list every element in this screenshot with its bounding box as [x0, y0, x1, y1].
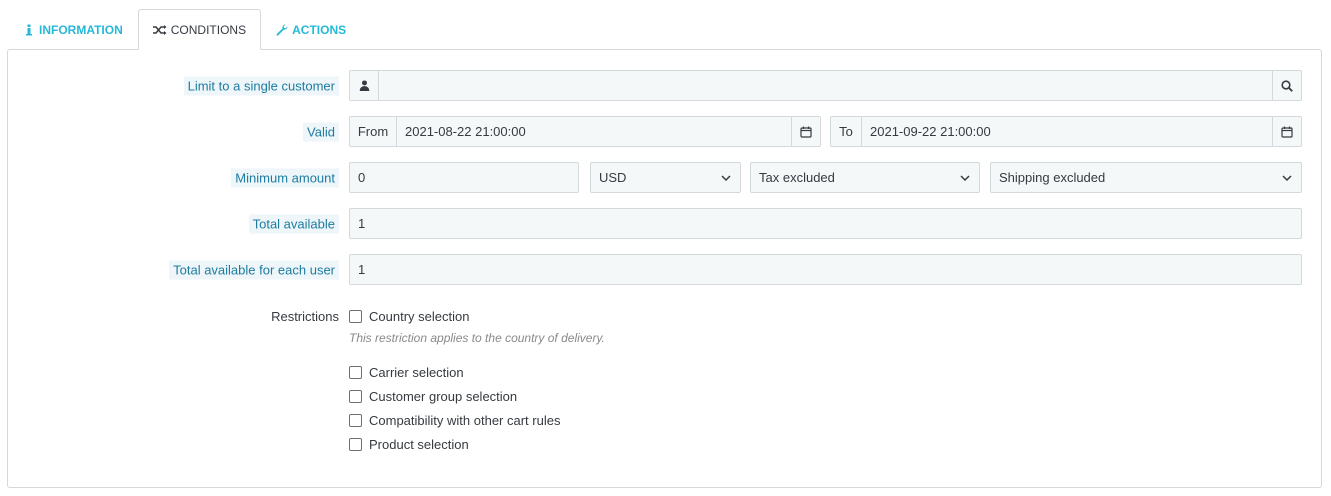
- customer-label: Limit to a single customer: [183, 76, 339, 95]
- valid-row: Valid From 2021-08-22 21:00:00 To 2021-0…: [8, 116, 1321, 147]
- customer-row: Limit to a single customer: [8, 70, 1321, 101]
- valid-from-value: 2021-08-22 21:00:00: [405, 124, 526, 139]
- total-per-user-input[interactable]: 1: [349, 254, 1302, 285]
- total-per-user-label: Total available for each user: [169, 260, 339, 279]
- product-selection-checkbox[interactable]: Product selection: [349, 437, 469, 452]
- tab-actions-label: Actions: [292, 23, 347, 37]
- conditions-panel: Limit to a single customer Valid From 20…: [7, 49, 1322, 488]
- total-per-user-row: Total available for each user 1: [8, 254, 1321, 285]
- restrictions-label: Restrictions: [271, 309, 339, 324]
- minimum-amount-value: 0: [358, 170, 366, 185]
- tab-conditions-label: Conditions: [170, 22, 247, 37]
- total-available-row: Total available 1: [8, 208, 1321, 239]
- from-label: From: [350, 117, 397, 146]
- product-selection-label: Product selection: [369, 437, 469, 452]
- checkbox[interactable]: [349, 414, 362, 427]
- tab-actions[interactable]: Actions: [261, 9, 361, 50]
- checkbox[interactable]: [349, 438, 362, 451]
- valid-to-field[interactable]: To 2021-09-22 21:00:00: [830, 116, 1302, 147]
- minimum-amount-label: Minimum amount: [231, 168, 339, 187]
- total-available-label: Total available: [248, 214, 339, 233]
- valid-label: Valid: [303, 122, 339, 141]
- chevron-down-icon: [721, 175, 731, 182]
- calendar-icon[interactable]: [791, 117, 820, 146]
- customer-field: [349, 70, 1302, 101]
- country-selection-checkbox[interactable]: Country selection: [349, 309, 469, 324]
- customer-group-selection-label: Customer group selection: [369, 389, 518, 404]
- checkbox[interactable]: [349, 390, 362, 403]
- minimum-amount-row: Minimum amount 0 USD Tax excluded Shippi…: [8, 162, 1321, 193]
- chevron-down-icon: [960, 175, 970, 182]
- tab-information[interactable]: Information: [8, 9, 138, 50]
- valid-from-field[interactable]: From 2021-08-22 21:00:00: [349, 116, 821, 147]
- checkbox[interactable]: [349, 310, 362, 323]
- customer-group-selection-checkbox[interactable]: Customer group selection: [349, 389, 517, 404]
- checkbox[interactable]: [349, 366, 362, 379]
- compatibility-label: Compatibility with other cart rules: [369, 413, 561, 428]
- currency-value: USD: [599, 170, 627, 185]
- valid-to-value: 2021-09-22 21:00:00: [870, 124, 991, 139]
- compatibility-checkbox[interactable]: Compatibility with other cart rules: [349, 413, 560, 428]
- carrier-selection-label: Carrier selection: [369, 365, 464, 380]
- shipping-select[interactable]: Shipping excluded: [990, 162, 1302, 193]
- tax-value: Tax excluded: [759, 170, 835, 185]
- total-per-user-value: 1: [358, 262, 366, 277]
- shipping-value: Shipping excluded: [999, 170, 1106, 185]
- info-icon: [23, 24, 35, 36]
- shuffle-icon: [152, 24, 167, 36]
- calendar-icon[interactable]: [1272, 117, 1301, 146]
- tab-conditions[interactable]: Conditions: [137, 9, 262, 50]
- country-selection-label: Country selection: [369, 309, 470, 324]
- tax-select[interactable]: Tax excluded: [750, 162, 980, 193]
- search-icon[interactable]: [1272, 71, 1301, 100]
- carrier-selection-checkbox[interactable]: Carrier selection: [349, 365, 464, 380]
- total-available-value: 1: [358, 216, 366, 231]
- tab-information-label: Information: [39, 23, 123, 37]
- chevron-down-icon: [1282, 175, 1292, 182]
- currency-select[interactable]: USD: [590, 162, 741, 193]
- user-icon: [350, 71, 379, 100]
- customer-search-input[interactable]: [379, 71, 1272, 100]
- tab-bar: Information Conditions Actions: [8, 9, 361, 50]
- minimum-amount-input[interactable]: 0: [349, 162, 579, 193]
- wrench-icon: [276, 24, 288, 36]
- total-available-input[interactable]: 1: [349, 208, 1302, 239]
- to-label: To: [831, 117, 862, 146]
- country-hint: This restriction applies to the country …: [349, 331, 605, 345]
